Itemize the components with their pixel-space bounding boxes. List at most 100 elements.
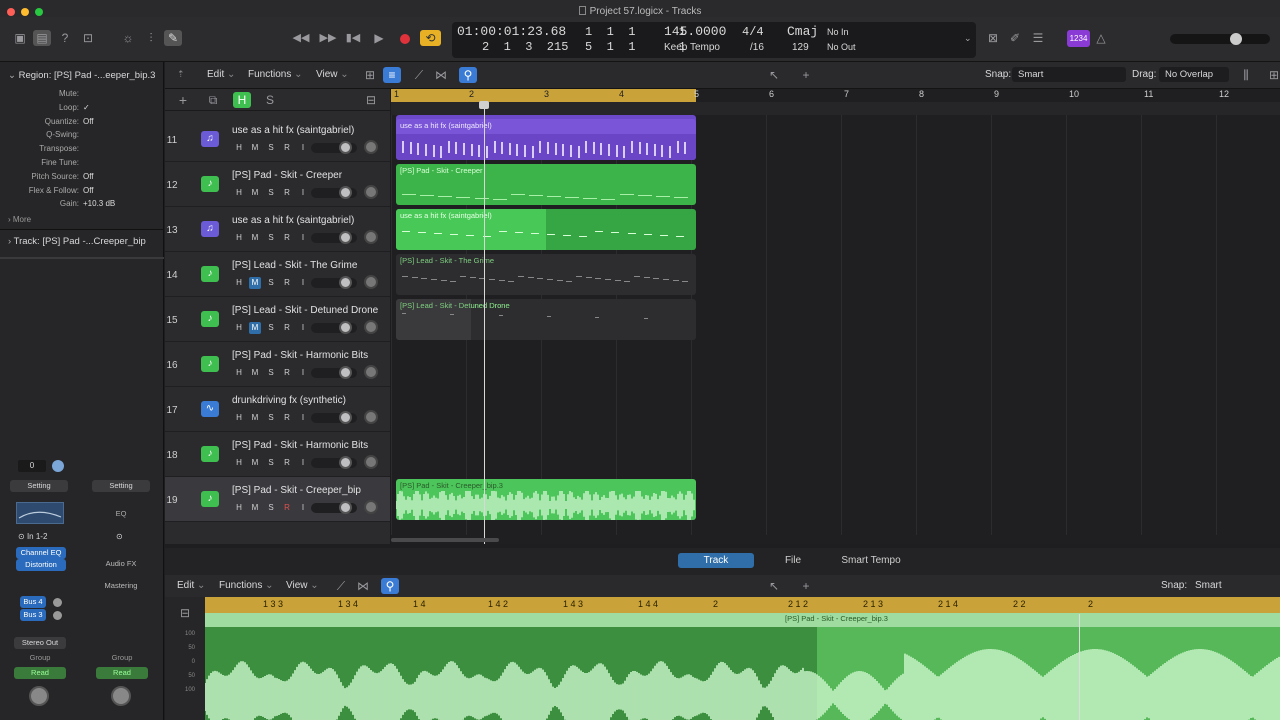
- solo-button[interactable]: S: [265, 367, 277, 379]
- group-button[interactable]: Group: [14, 652, 66, 664]
- region[interactable]: [PS] Lead - Skit - The Grime: [396, 254, 696, 295]
- param-row[interactable]: Mute:: [0, 89, 164, 102]
- hide-button[interactable]: H: [233, 142, 245, 154]
- track-header-row[interactable]: 12 ♪ [PS] Pad - Skit - Creeper H M S R I: [165, 162, 390, 207]
- inspector-icon[interactable]: ▤: [33, 30, 51, 46]
- solo-button[interactable]: S: [265, 502, 277, 514]
- volume-slider-knob[interactable]: [339, 141, 352, 154]
- track-name[interactable]: [PS] Pad - Skit - Creeper_bip: [232, 485, 361, 496]
- pan-value[interactable]: 0: [18, 460, 46, 472]
- editor-edit-menu[interactable]: Edit ⌄: [177, 580, 205, 591]
- track-header-row[interactable]: 16 ♪ [PS] Pad - Skit - Harmonic Bits H M S R…: [165, 342, 390, 387]
- lcd-display[interactable]: 01:00:01:23.68 1 1 1 1 145.0000 4/4 Cmaj…: [452, 22, 976, 58]
- eq-curve-display[interactable]: [16, 502, 64, 524]
- add-track-icon[interactable]: +: [174, 92, 192, 108]
- global-tracks-icon[interactable]: ⊟: [362, 92, 380, 108]
- input-monitor-button[interactable]: I: [297, 187, 309, 199]
- volume-slider-knob[interactable]: [339, 411, 352, 424]
- channel-eq-plugin[interactable]: Channel EQ: [16, 547, 66, 559]
- editor-snap-icon[interactable]: ⚲: [381, 578, 399, 594]
- mute-button[interactable]: M: [249, 502, 261, 514]
- catch-icon[interactable]: ⇡: [177, 69, 185, 80]
- region[interactable]: [PS] Pad - Skit - Creeper_bip.3: [396, 479, 696, 520]
- setting-button[interactable]: Setting: [92, 480, 150, 492]
- track-header-row[interactable]: 19 ♪ [PS] Pad - Skit - Creeper_bip H M S R I: [165, 477, 390, 522]
- pan-knob[interactable]: [364, 320, 378, 334]
- track-name[interactable]: [PS] Pad - Skit - Creeper: [232, 170, 342, 181]
- playhead-handle[interactable]: [479, 101, 489, 109]
- smart-controls-icon[interactable]: ☼: [119, 30, 137, 46]
- editor-region-header[interactable]: [PS] Pad - Skit - Creeper_bip.3: [205, 613, 1280, 627]
- mute-button[interactable]: M: [249, 277, 261, 289]
- grid-view-icon[interactable]: ⊞: [361, 67, 379, 83]
- pan-knob[interactable]: [364, 230, 378, 244]
- pan-knob[interactable]: [364, 365, 378, 379]
- midi-instrument-icon[interactable]: ♪: [201, 446, 219, 462]
- param-row[interactable]: Pitch Source: Off: [0, 172, 164, 185]
- edit-menu[interactable]: Edit ⌄: [207, 69, 235, 80]
- editor-ruler[interactable]: 1 3 3 1 3 4 1 4 1 4 2 1 4 3 1 4 4 2 2 1 2 2 1 3 2…: [205, 597, 1280, 613]
- pan-knob[interactable]: [364, 140, 378, 154]
- automation-icon[interactable]: ⟋: [410, 67, 428, 83]
- mute-button[interactable]: M: [249, 322, 261, 334]
- help-icon[interactable]: ?: [56, 30, 74, 46]
- master-volume-knob[interactable]: [1230, 33, 1242, 45]
- input-monitor-button[interactable]: I: [297, 322, 309, 334]
- mute-button[interactable]: M: [249, 367, 261, 379]
- track-header-row[interactable]: 13 ♫ use as a hit fx (saintgabriel) H M S R I: [165, 207, 390, 252]
- input-monitor-button[interactable]: I: [297, 232, 309, 244]
- fast-forward-icon[interactable]: ▶▶: [319, 30, 337, 46]
- volume-slider-knob[interactable]: [339, 456, 352, 469]
- editor-functions-menu[interactable]: Functions ⌄: [219, 580, 274, 591]
- waveform-zoom-icon[interactable]: ⫼: [1237, 67, 1255, 83]
- output-button[interactable]: Stereo Out: [14, 637, 66, 649]
- editor-plus-tool-icon[interactable]: +: [797, 578, 815, 594]
- param-row[interactable]: Q-Swing:: [0, 130, 164, 143]
- volume-slider-knob[interactable]: [339, 186, 352, 199]
- volume-slider-knob[interactable]: [339, 501, 352, 514]
- send-knob[interactable]: [53, 611, 62, 620]
- region[interactable]: [PS] Lead - Skit - Detuned Drone[PS] Lea…: [396, 299, 696, 340]
- track-header-row[interactable]: 17 ∿ drunkdriving fx (synthetic) H M S R I: [165, 387, 390, 432]
- pan-knob[interactable]: [364, 500, 378, 514]
- input-monitor-button[interactable]: I: [297, 142, 309, 154]
- solo-button[interactable]: S: [265, 457, 277, 469]
- volume-slider-knob[interactable]: [339, 321, 352, 334]
- volume-slider-knob[interactable]: [339, 276, 352, 289]
- param-row[interactable]: Loop: ✓: [0, 103, 164, 116]
- track-header-row[interactable]: 18 ♪ [PS] Pad - Skit - Harmonic Bits H M S R…: [165, 432, 390, 477]
- playhead[interactable]: [484, 102, 485, 544]
- track-name[interactable]: use as a hit fx (saintgabriel): [232, 215, 354, 226]
- synth-instrument-icon[interactable]: ♫: [201, 221, 219, 237]
- track-name[interactable]: [PS] Pad - Skit - Harmonic Bits: [232, 440, 368, 451]
- zoom-icon[interactable]: ⊞: [1265, 67, 1280, 83]
- distortion-plugin[interactable]: Distortion: [16, 559, 66, 571]
- pan-knob[interactable]: [364, 275, 378, 289]
- editors-icon[interactable]: ✎: [164, 30, 182, 46]
- snap-select[interactable]: Smart: [1012, 67, 1126, 82]
- pan-knob[interactable]: [364, 410, 378, 424]
- track-header-row[interactable]: 11 ♫ use as a hit fx (saintgabriel) H M S R I: [165, 117, 390, 162]
- record-enable-button[interactable]: R: [281, 142, 293, 154]
- master-volume-slider[interactable]: [1170, 33, 1270, 45]
- editor-view-menu[interactable]: View ⌄: [286, 580, 319, 591]
- more-toggle[interactable]: › More: [8, 215, 31, 224]
- automation-read-button[interactable]: Read: [96, 667, 148, 679]
- midi-instrument-icon[interactable]: ♪: [201, 176, 219, 192]
- cycle-icon[interactable]: ⟲: [420, 30, 441, 46]
- solo-button[interactable]: S: [265, 187, 277, 199]
- param-row[interactable]: Gain: +10.3 dB: [0, 199, 164, 212]
- pan-knob[interactable]: [364, 185, 378, 199]
- flex-icon[interactable]: ⋈: [432, 67, 450, 83]
- track-name[interactable]: [PS] Lead - Skit - The Grime: [232, 260, 357, 271]
- record-enable-button[interactable]: R: [281, 322, 293, 334]
- mute-button[interactable]: M: [249, 187, 261, 199]
- play-icon[interactable]: ▶: [370, 30, 388, 46]
- setting-button[interactable]: Setting: [10, 480, 68, 492]
- record-enable-button[interactable]: R: [281, 457, 293, 469]
- track-name[interactable]: [PS] Pad - Skit - Harmonic Bits: [232, 350, 368, 361]
- record-enable-button[interactable]: R: [281, 232, 293, 244]
- synth-instrument-icon[interactable]: ♫: [201, 131, 219, 147]
- mute-button[interactable]: M: [249, 142, 261, 154]
- input-monitor-button[interactable]: I: [297, 277, 309, 289]
